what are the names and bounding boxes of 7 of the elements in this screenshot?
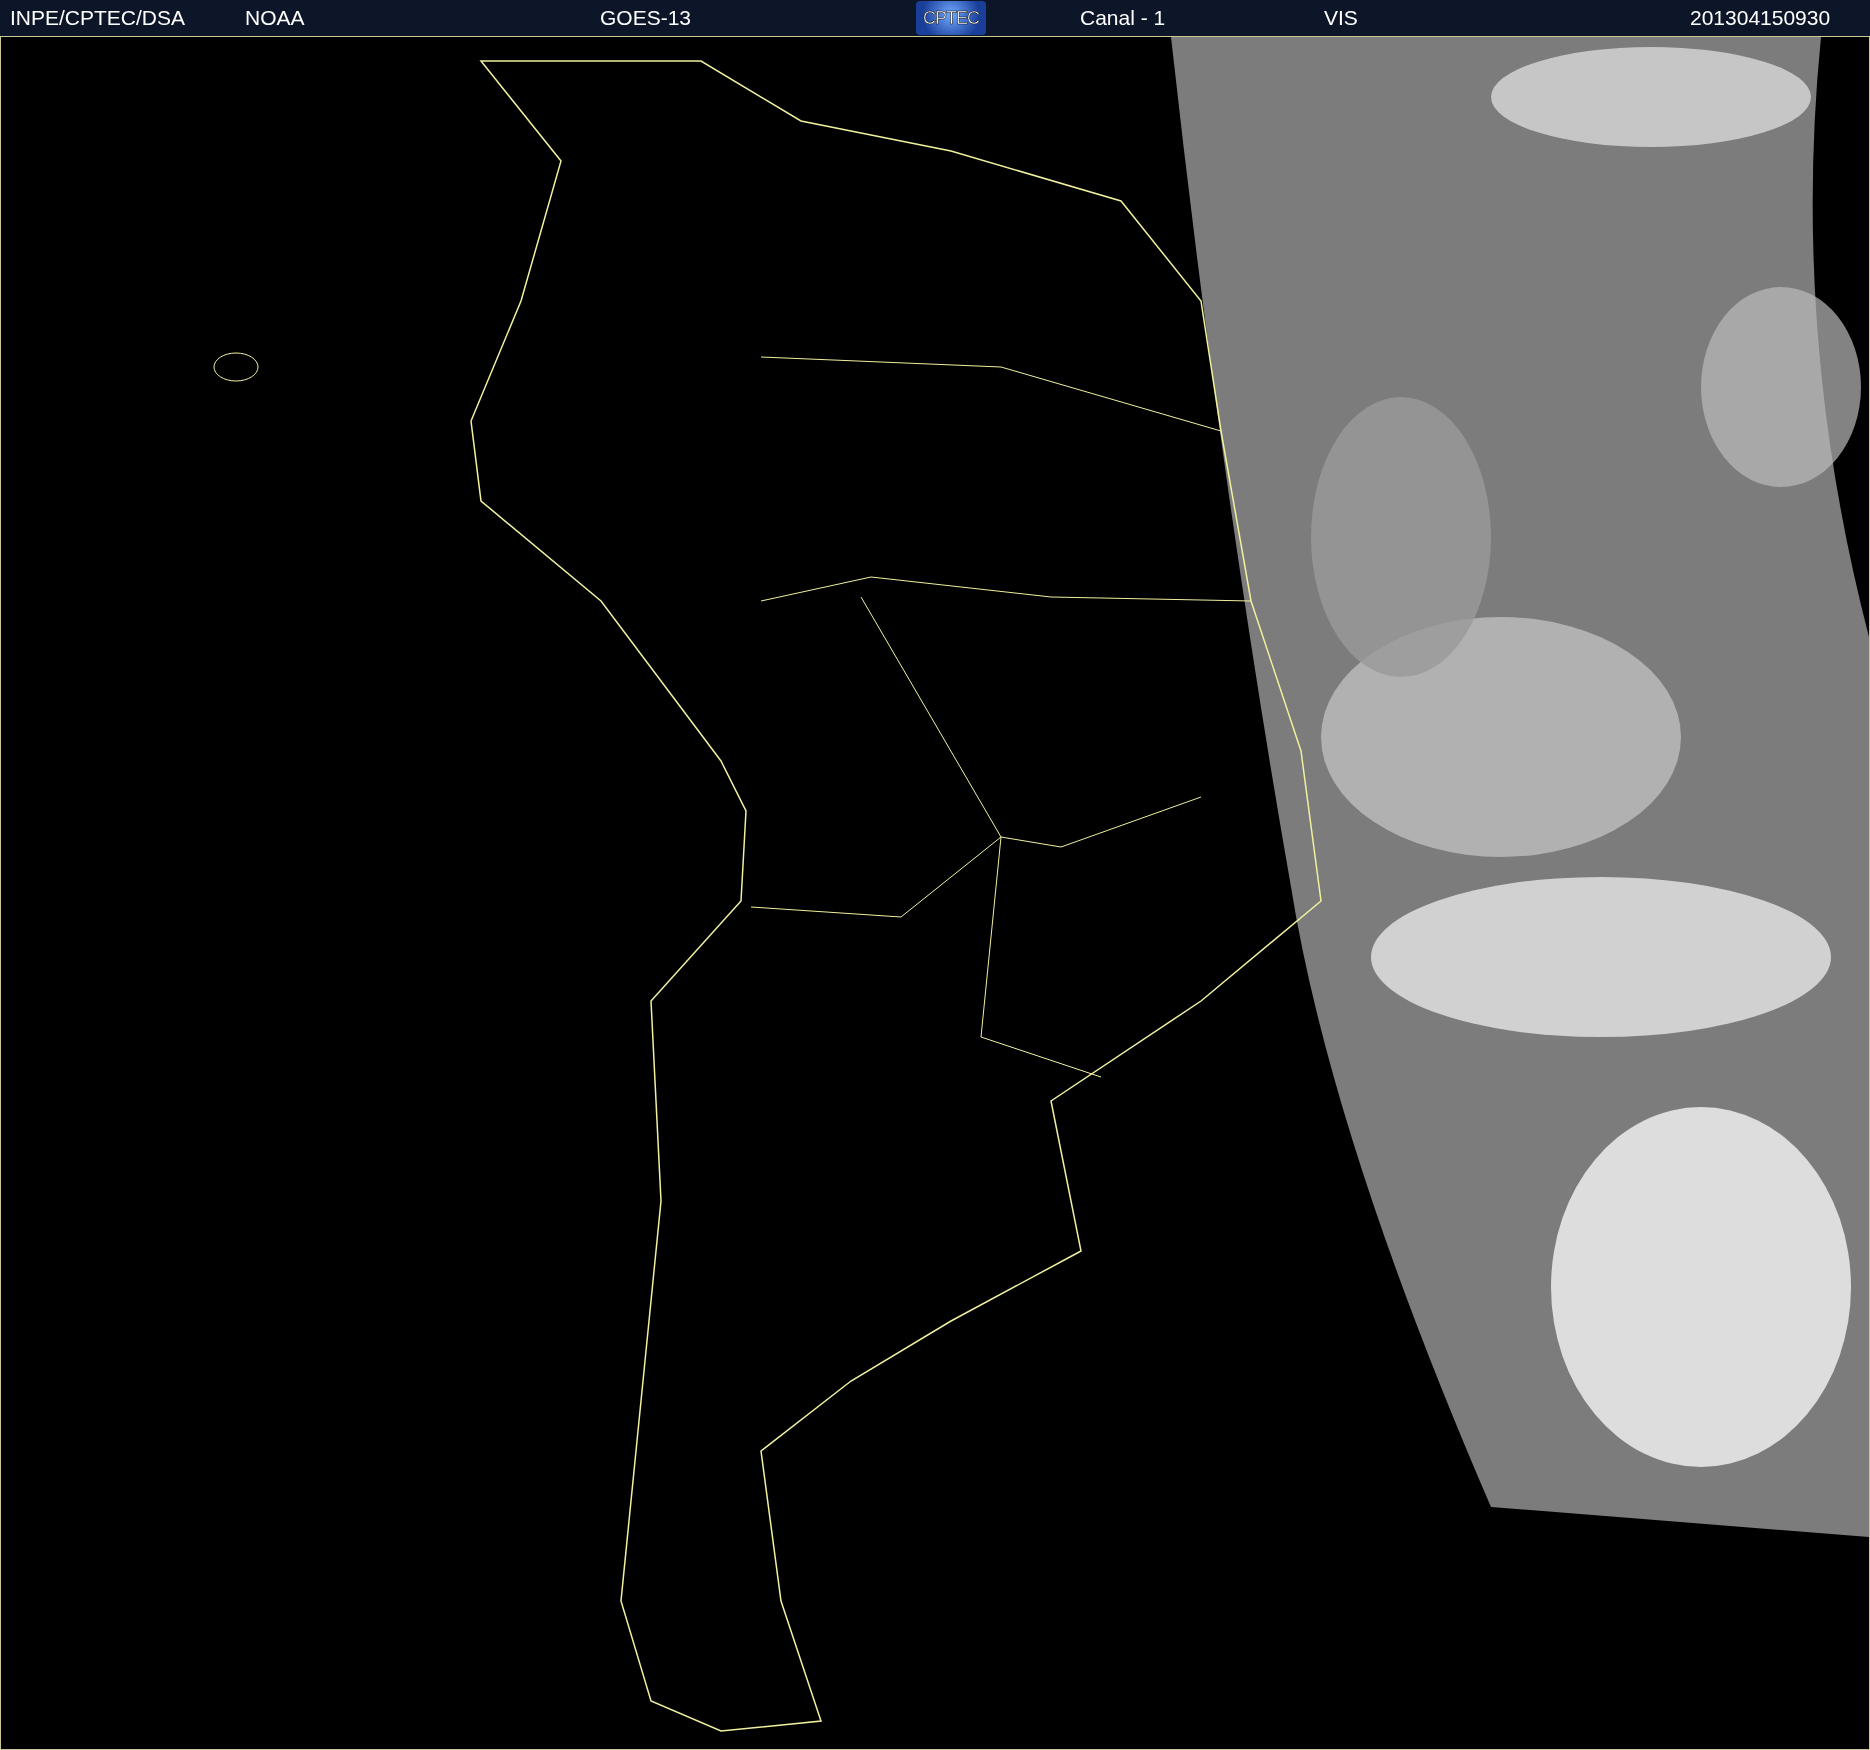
timestamp-label: 201304150930 — [1690, 6, 1831, 30]
band-label: VIS — [1324, 6, 1358, 30]
satellite-label: GOES-13 — [600, 6, 692, 30]
logo: CPTEC — [916, 1, 986, 35]
agency-label: NOAA — [245, 6, 305, 30]
source-label: INPE/CPTEC/DSA — [10, 6, 186, 30]
channel-label: Canal - 1 — [1080, 6, 1166, 30]
